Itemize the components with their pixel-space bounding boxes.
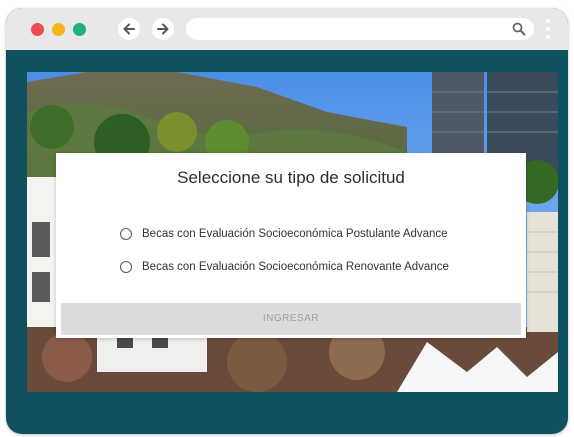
radio-button-renovante[interactable] [120, 261, 132, 273]
search-icon[interactable] [512, 22, 526, 36]
option-label: Becas con Evaluación Socioeconómica Reno… [142, 261, 449, 273]
request-type-dialog: Seleccione su tipo de solicitud Becas co… [56, 153, 526, 338]
option-postulante[interactable]: Becas con Evaluación Socioeconómica Post… [120, 225, 448, 243]
address-bar[interactable] [186, 18, 534, 40]
arrow-right-icon [157, 23, 169, 35]
window-minimize-button[interactable] [52, 23, 65, 36]
back-button[interactable] [118, 18, 140, 40]
dialog-title: Seleccione su tipo de solicitud [177, 168, 405, 187]
browser-window: Seleccione su tipo de solicitud Becas co… [6, 8, 568, 434]
radio-button-postulante[interactable] [120, 228, 132, 240]
browser-toolbar [6, 8, 568, 50]
window-maximize-button[interactable] [73, 23, 86, 36]
arrow-left-icon [123, 23, 135, 35]
ingresar-button[interactable]: INGRESAR [61, 303, 521, 335]
kebab-menu-icon[interactable] [546, 19, 550, 39]
forward-button[interactable] [152, 18, 174, 40]
window-close-button[interactable] [31, 23, 44, 36]
option-label: Becas con Evaluación Socioeconómica Post… [142, 228, 448, 240]
option-renovante[interactable]: Becas con Evaluación Socioeconómica Reno… [120, 258, 449, 276]
